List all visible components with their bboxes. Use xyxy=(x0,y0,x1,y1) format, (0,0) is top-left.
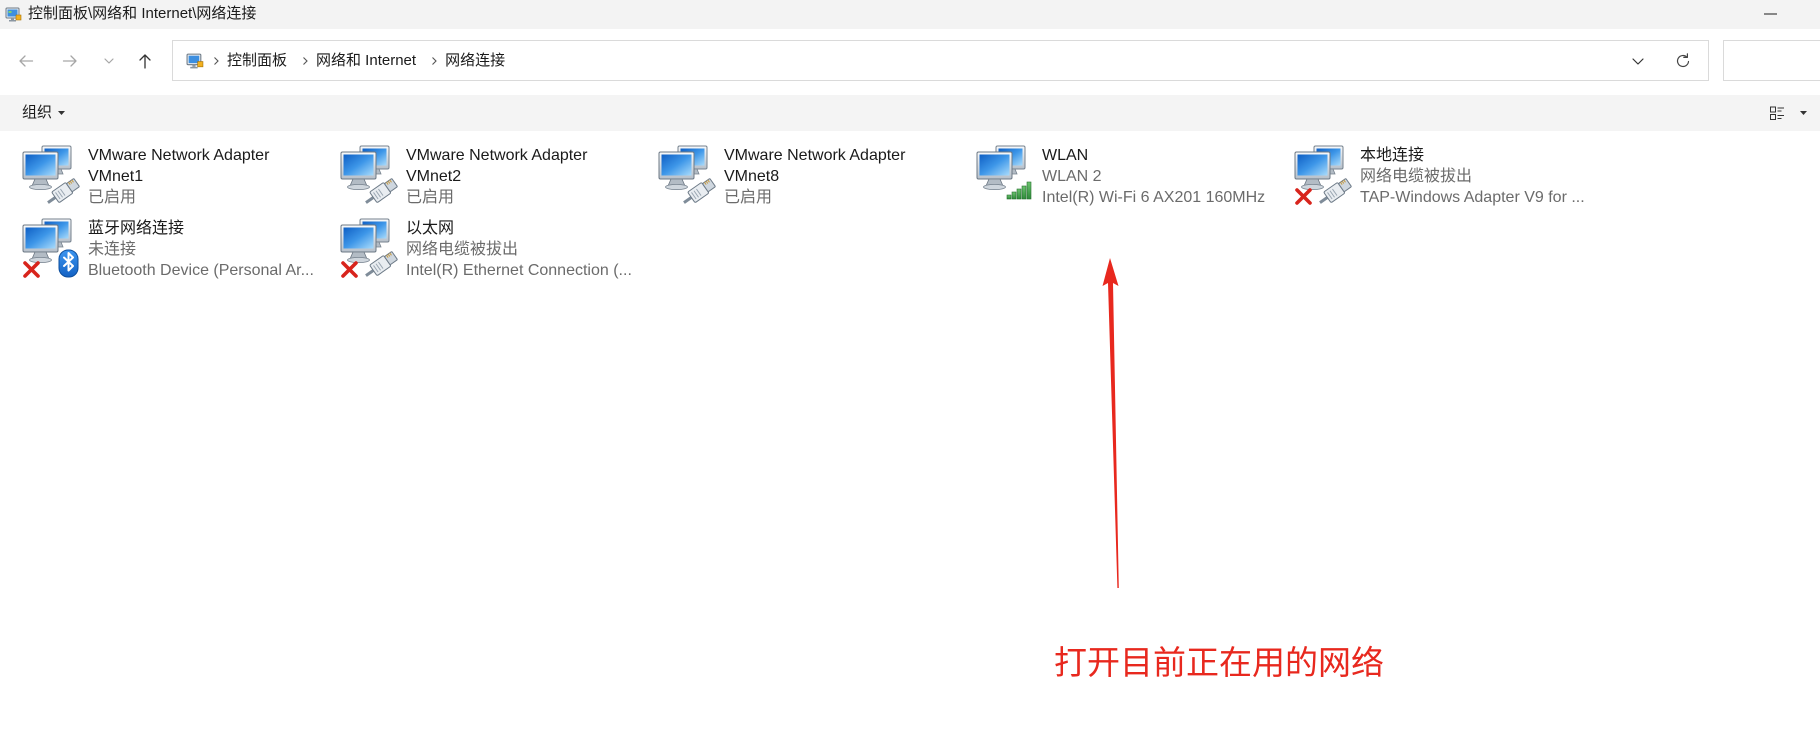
chevron-right-icon[interactable] xyxy=(211,56,221,66)
search-box[interactable] xyxy=(1723,40,1820,81)
annotation-text: 打开目前正在用的网络 xyxy=(1054,644,1384,681)
caret-down-icon xyxy=(58,111,66,115)
network-adapter-icon xyxy=(1294,145,1354,207)
connection-name: 以太网 xyxy=(406,220,455,237)
network-adapter-icon xyxy=(22,145,82,207)
connection-name: WLAN xyxy=(1042,147,1089,164)
connections-list: VMware Network Adapter VMnet1 已启用 VMware… xyxy=(21,145,1611,291)
connection-name: VMware Network Adapter VMnet8 xyxy=(724,147,906,185)
up-button[interactable] xyxy=(132,48,158,74)
change-view-icon xyxy=(1770,106,1784,120)
network-adapter-icon xyxy=(340,145,400,207)
connection-status: 已启用 xyxy=(88,189,137,206)
connection-name: VMware Network Adapter VMnet1 xyxy=(88,147,270,185)
bluetooth-icon xyxy=(58,249,79,278)
breadcrumb-item-network-connections[interactable]: 网络连接 xyxy=(439,49,511,73)
connection-name: 本地连接 xyxy=(1360,147,1425,164)
chevron-down-icon xyxy=(104,58,114,64)
connection-item-bluetooth[interactable]: 蓝牙网络连接 未连接 Bluetooth Device (Personal Ar… xyxy=(21,218,339,291)
breadcrumb-item-network-and-internet[interactable]: 网络和 Internet xyxy=(310,49,422,73)
network-adapter-icon xyxy=(976,145,1032,200)
connection-device: Intel(R) Wi-Fi 6 AX201 160MHz xyxy=(1042,189,1266,206)
arrow-left-icon xyxy=(19,55,34,67)
arrow-right-icon xyxy=(62,55,77,67)
connection-item-vmnet8[interactable]: VMware Network Adapter VMnet8 已启用 xyxy=(657,145,975,218)
connection-status: 已启用 xyxy=(406,189,455,206)
breadcrumb: 控制面板 网络和 Internet 网络连接 xyxy=(186,41,511,80)
wifi-signal-icon xyxy=(1006,181,1032,200)
recent-locations-button[interactable] xyxy=(96,48,122,74)
connection-item-wlan[interactable]: WLAN WLAN 2 Intel(R) Wi-Fi 6 AX201 160MH… xyxy=(975,145,1293,218)
connection-device: Bluetooth Device (Personal Ar... xyxy=(88,262,314,279)
disconnected-x-icon xyxy=(1295,188,1312,205)
arrow-up-icon xyxy=(139,54,151,69)
connection-status: 未连接 xyxy=(88,241,137,258)
view-options-dropdown[interactable] xyxy=(1796,101,1810,125)
organize-label: 组织 xyxy=(22,104,53,121)
ethernet-plug-icon xyxy=(678,175,718,207)
connection-name: VMware Network Adapter VMnet2 xyxy=(406,147,588,185)
disconnected-x-icon xyxy=(23,261,40,278)
command-bar: 组织 xyxy=(0,95,1820,131)
window-title: 控制面板\网络和 Internet\网络连接 xyxy=(28,5,257,22)
connection-status: 已启用 xyxy=(724,189,773,206)
refresh-icon[interactable] xyxy=(1674,52,1692,70)
connection-status: WLAN 2 xyxy=(1042,168,1102,185)
search-input[interactable] xyxy=(1724,41,1820,80)
connection-item-ethernet[interactable]: 以太网 网络电缆被拔出 Intel(R) Ethernet Connection… xyxy=(339,218,657,291)
chevron-right-icon[interactable] xyxy=(300,56,310,66)
back-button[interactable] xyxy=(13,48,39,74)
connection-item-vmnet2[interactable]: VMware Network Adapter VMnet2 已启用 xyxy=(339,145,657,218)
change-view-button[interactable] xyxy=(1764,101,1790,125)
minimize-button[interactable] xyxy=(1748,0,1794,29)
control-panel-icon xyxy=(5,7,22,22)
breadcrumb-item-control-panel[interactable]: 控制面板 xyxy=(221,49,293,73)
connection-device: TAP-Windows Adapter V9 for ... xyxy=(1360,189,1585,206)
ethernet-plug-icon xyxy=(360,175,400,207)
disconnected-x-icon xyxy=(341,261,358,278)
address-bar[interactable]: 控制面板 网络和 Internet 网络连接 xyxy=(172,40,1709,81)
forward-button[interactable] xyxy=(57,48,83,74)
network-adapter-icon xyxy=(22,218,79,278)
connection-item-local[interactable]: 本地连接 网络电缆被拔出 TAP-Windows Adapter V9 for … xyxy=(1293,145,1611,218)
chevron-down-icon[interactable] xyxy=(1630,53,1646,69)
minimize-icon xyxy=(1764,13,1777,15)
network-adapter-icon xyxy=(658,145,718,207)
ethernet-plug-icon xyxy=(1314,175,1354,207)
organize-button[interactable]: 组织 xyxy=(14,100,73,126)
ethernet-plug-icon xyxy=(360,248,400,280)
connection-name: 蓝牙网络连接 xyxy=(88,220,185,237)
caret-down-icon xyxy=(1799,111,1807,115)
ethernet-plug-icon xyxy=(42,175,82,207)
title-bar: 控制面板\网络和 Internet\网络连接 xyxy=(0,0,1820,29)
control-panel-icon[interactable] xyxy=(186,52,204,70)
connection-device: Intel(R) Ethernet Connection (... xyxy=(406,262,632,279)
annotation-arrow-shape xyxy=(1102,258,1119,588)
connection-status: 网络电缆被拔出 xyxy=(406,241,519,258)
network-adapter-icon xyxy=(340,218,400,280)
chevron-right-icon[interactable] xyxy=(429,56,439,66)
connection-item-vmnet1[interactable]: VMware Network Adapter VMnet1 已启用 xyxy=(21,145,339,218)
connection-status: 网络电缆被拔出 xyxy=(1360,168,1473,185)
